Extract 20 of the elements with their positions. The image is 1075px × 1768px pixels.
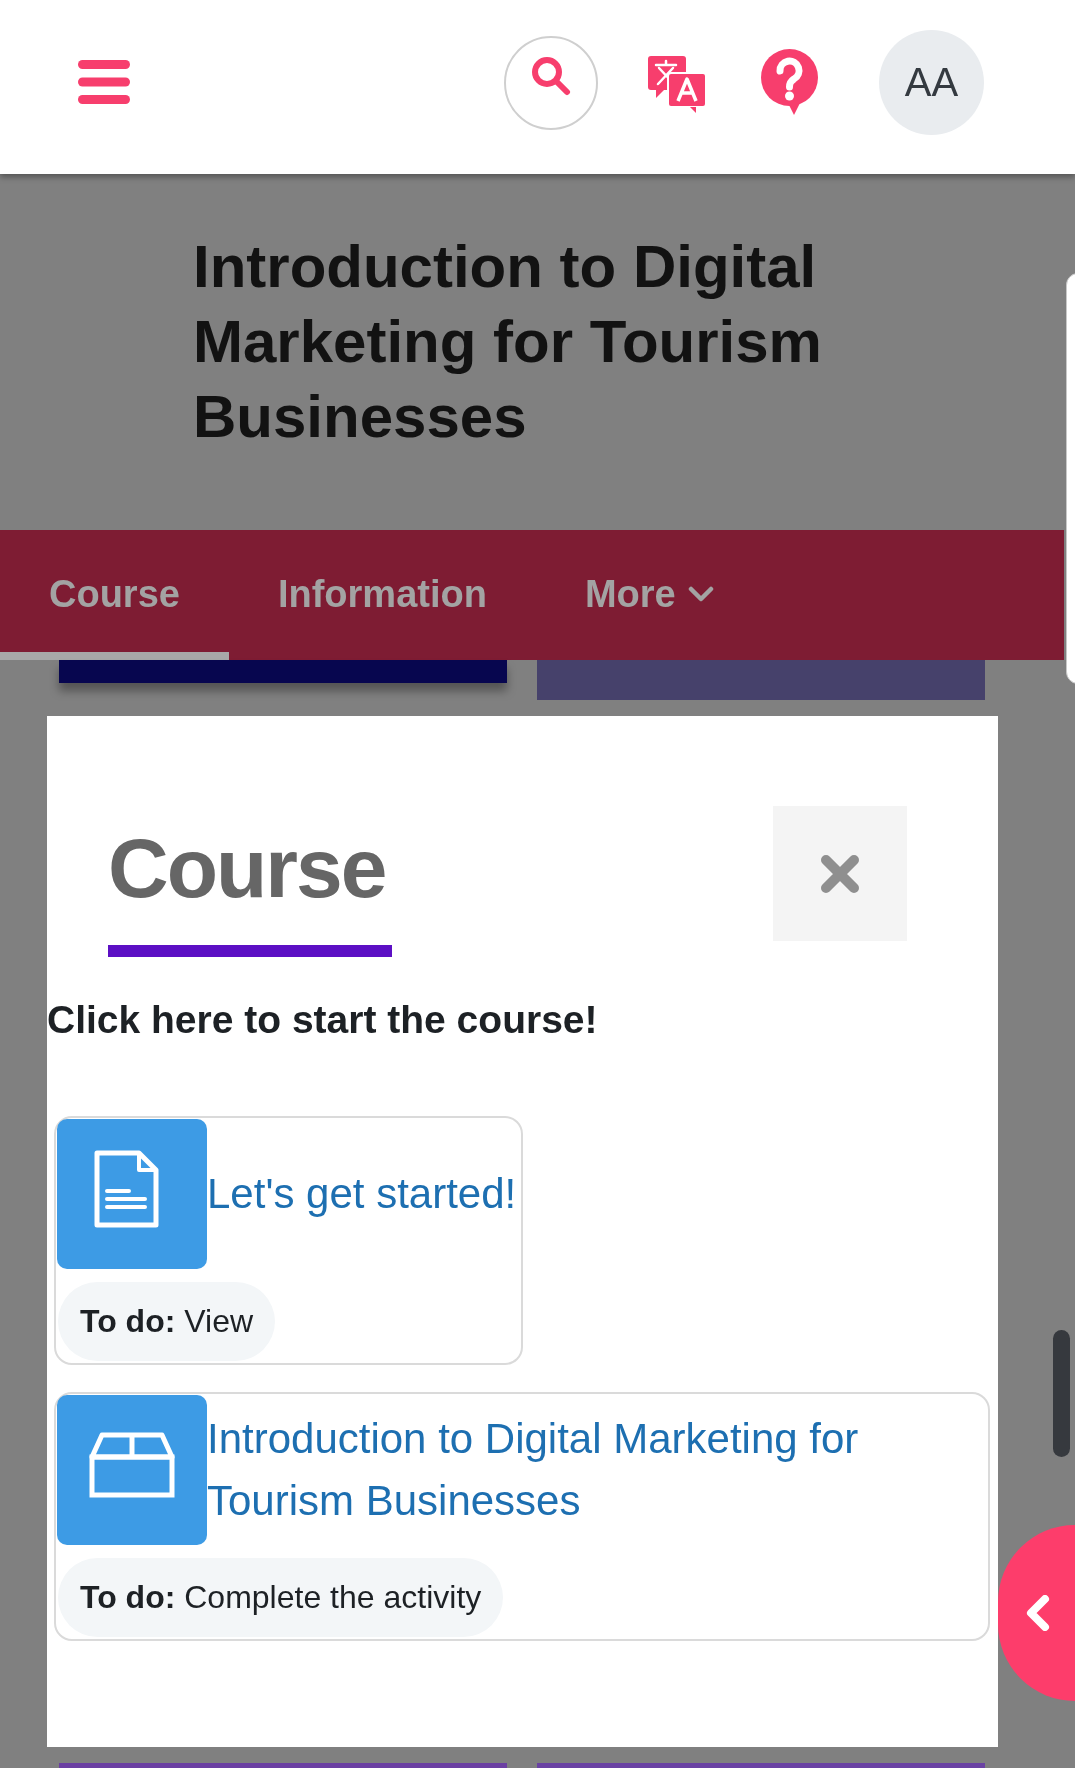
box-icon	[57, 1395, 207, 1545]
activity-link[interactable]: Introduction to Digital Marketing for Tourism Businesses	[207, 1408, 987, 1532]
user-avatar[interactable]: AA	[879, 30, 984, 135]
translate-icon[interactable]	[648, 56, 706, 113]
completion-badge: To do: Complete the activity	[58, 1558, 504, 1637]
search-icon	[531, 56, 571, 96]
document-icon	[57, 1119, 207, 1269]
help-icon[interactable]	[761, 49, 818, 115]
nav-tab[interactable]: Information	[228, 530, 536, 660]
menu-icon[interactable]	[78, 60, 130, 104]
chevron-down-icon	[687, 586, 714, 602]
completion-badge: To do: View	[58, 1282, 276, 1361]
close-button[interactable]	[773, 806, 907, 941]
activity-link[interactable]: Let's get started!	[207, 1163, 521, 1225]
scrollbar-thumb[interactable]	[1053, 1330, 1070, 1457]
dialog-title: Course	[108, 826, 392, 957]
instruction-text: Click here to start the course!	[47, 997, 599, 1043]
nav-tab[interactable]: More	[535, 530, 763, 660]
course-title: Introduction to Digital Marketing for Tourism Businesses	[193, 232, 823, 452]
close-icon	[820, 853, 860, 894]
